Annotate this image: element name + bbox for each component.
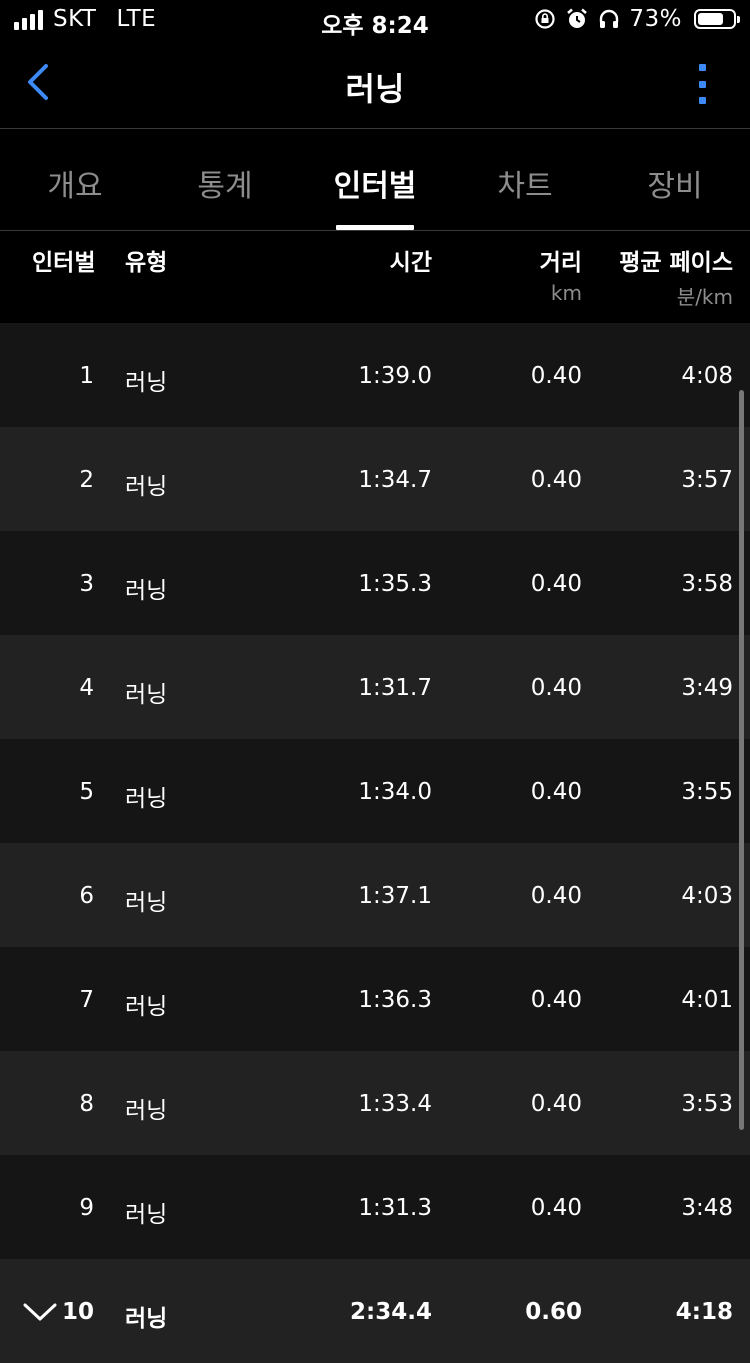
- table-row[interactable]: 1 러닝 1:39.0 0.40 4:08: [0, 323, 750, 427]
- chevron-down-icon[interactable]: [22, 1299, 58, 1323]
- interval-pace: 4:08: [681, 363, 733, 389]
- interval-type: 러닝: [125, 1202, 168, 1228]
- interval-time: 1:35.3: [358, 571, 432, 597]
- interval-distance: 0.60: [525, 1299, 582, 1325]
- interval-pace: 4:01: [681, 987, 733, 1013]
- interval-number: 8: [79, 1091, 94, 1117]
- interval-number: 5: [79, 779, 94, 805]
- header-distance-unit: km: [550, 281, 582, 305]
- tab-charts[interactable]: 차트: [450, 129, 600, 230]
- header-pace: 평균 페이스 분/km: [619, 243, 733, 310]
- tab-gear[interactable]: 장비: [600, 129, 750, 230]
- interval-number: 6: [79, 883, 94, 909]
- table-row[interactable]: 7 러닝 1:36.3 0.40 4:01: [0, 947, 750, 1051]
- expandable-interval-row[interactable]: 10 러닝 2:34.4 0.60 4:18: [0, 1259, 750, 1363]
- interval-number: 4: [79, 675, 94, 701]
- battery-percent: 73%: [629, 6, 682, 32]
- interval-distance: 0.40: [530, 883, 582, 909]
- interval-number: 10: [61, 1299, 94, 1325]
- interval-pace: 3:58: [681, 571, 733, 597]
- table-row[interactable]: 8 러닝 1:33.4 0.40 3:53: [0, 1051, 750, 1155]
- interval-time: 1:36.3: [358, 987, 432, 1013]
- status-right: 73%: [533, 6, 740, 32]
- interval-type: 러닝: [125, 786, 168, 812]
- interval-number: 1: [79, 363, 94, 389]
- rotation-lock-icon: [533, 7, 557, 31]
- table-row[interactable]: 4 러닝 1:31.7 0.40 3:49: [0, 635, 750, 739]
- page-title: 러닝: [345, 70, 405, 108]
- interval-distance: 0.40: [530, 571, 582, 597]
- header-type: 유형: [125, 250, 168, 276]
- battery-icon: [694, 9, 740, 29]
- table-row[interactable]: 3 러닝 1:35.3 0.40 3:58: [0, 531, 750, 635]
- interval-type: 러닝: [125, 474, 168, 500]
- interval-time: 1:37.1: [358, 883, 432, 909]
- tab-intervals[interactable]: 인터벌: [300, 129, 450, 230]
- headphones-icon: [597, 7, 621, 31]
- interval-time: 1:31.3: [358, 1195, 432, 1221]
- interval-type: 러닝: [125, 578, 168, 604]
- interval-time: 1:34.7: [358, 467, 432, 493]
- interval-time: 2:34.4: [350, 1299, 432, 1325]
- interval-time: 1:34.0: [358, 779, 432, 805]
- interval-pace: 3:49: [681, 675, 733, 701]
- tab-bar: 개요 통계 인터벌 차트 장비: [0, 129, 750, 231]
- interval-list: 1 러닝 1:39.0 0.40 4:08 2 러닝 1:34.7 0.40 3…: [0, 323, 750, 1363]
- header-distance: 거리 km: [540, 243, 582, 305]
- tab-overview[interactable]: 개요: [0, 129, 150, 230]
- navigation-bar: 러닝: [0, 42, 750, 129]
- header-time: 시간: [389, 250, 432, 276]
- header-pace-unit: 분/km: [676, 285, 733, 309]
- table-row[interactable]: 6 러닝 1:37.1 0.40 4:03: [0, 843, 750, 947]
- interval-type: 러닝: [125, 1306, 168, 1332]
- interval-pace: 3:53: [681, 1091, 733, 1117]
- interval-number: 3: [79, 571, 94, 597]
- interval-type: 러닝: [125, 890, 168, 916]
- interval-distance: 0.40: [530, 987, 582, 1013]
- interval-pace: 3:57: [681, 467, 733, 493]
- more-vertical-icon[interactable]: [694, 64, 710, 104]
- interval-pace: 4:03: [681, 883, 733, 909]
- tab-stats[interactable]: 통계: [150, 129, 300, 230]
- interval-type: 러닝: [125, 994, 168, 1020]
- interval-number: 2: [79, 467, 94, 493]
- header-distance-label: 거리: [539, 250, 582, 276]
- table-header: 인터벌 유형 시간 거리 km 평균 페이스 분/km: [0, 231, 750, 323]
- alarm-icon: [565, 7, 589, 31]
- header-pace-label: 평균 페이스: [619, 250, 733, 276]
- interval-distance: 0.40: [530, 779, 582, 805]
- interval-distance: 0.40: [530, 1195, 582, 1221]
- interval-time: 1:39.0: [358, 363, 432, 389]
- header-interval: 인터벌: [32, 250, 96, 276]
- interval-distance: 0.40: [530, 363, 582, 389]
- interval-pace: 3:55: [681, 779, 733, 805]
- interval-distance: 0.40: [530, 467, 582, 493]
- interval-distance: 0.40: [530, 1091, 582, 1117]
- table-row[interactable]: 5 러닝 1:34.0 0.40 3:55: [0, 739, 750, 843]
- interval-type: 러닝: [125, 1098, 168, 1124]
- interval-number: 7: [79, 987, 94, 1013]
- status-bar: SKT LTE 오후 8:24 73%: [0, 0, 750, 42]
- interval-type: 러닝: [125, 682, 168, 708]
- table-row[interactable]: 2 러닝 1:34.7 0.40 3:57: [0, 427, 750, 531]
- interval-time: 1:33.4: [358, 1091, 432, 1117]
- interval-pace: 4:18: [675, 1299, 733, 1325]
- scrollbar[interactable]: [739, 390, 744, 1130]
- interval-number: 9: [79, 1195, 94, 1221]
- interval-type: 러닝: [125, 370, 168, 396]
- interval-time: 1:31.7: [358, 675, 432, 701]
- table-row[interactable]: 9 러닝 1:31.3 0.40 3:48: [0, 1155, 750, 1259]
- interval-pace: 3:48: [681, 1195, 733, 1221]
- interval-distance: 0.40: [530, 675, 582, 701]
